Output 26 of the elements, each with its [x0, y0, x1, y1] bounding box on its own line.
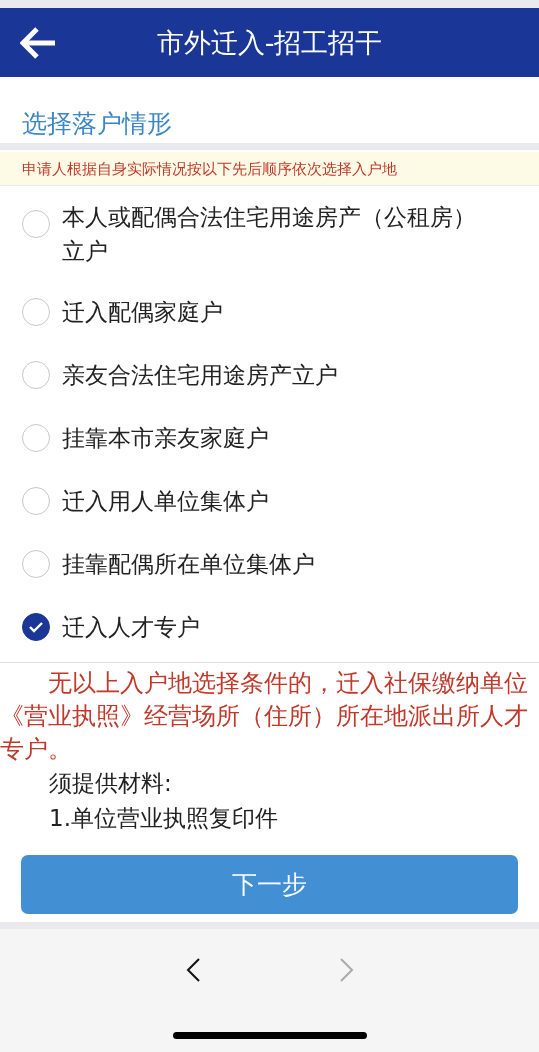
notice-text: 申请人根据自身实际情况按以下先后顺序依次选择入户地	[21, 159, 398, 180]
option-label: 本人或配偶合法住宅用途房产（公租房）立户	[62, 203, 477, 266]
option-label: 迁入配偶家庭户	[62, 297, 223, 327]
option-label: 挂靠配偶所在单位集体户	[62, 549, 315, 579]
option-row[interactable]: 迁入人才专户	[0, 595, 539, 658]
chevron-left-icon	[184, 957, 202, 983]
back-arrow-icon	[20, 25, 58, 60]
page-title: 市外迁入-招工招干	[155, 25, 384, 60]
option-label: 挂靠本市亲友家庭户	[62, 423, 269, 453]
option-row[interactable]: 挂靠本市亲友家庭户	[0, 406, 539, 469]
checkmark-icon	[28, 620, 44, 633]
materials-text: 须提供材料:	[49, 769, 173, 798]
option-row[interactable]: 本人或配偶合法住宅用途房产（公租房）立户	[0, 194, 539, 280]
description-text: 无以上入户地选择条件的，迁入社保缴纳单位《营业执照》经营场所（住所）所在地派出所人才专户。	[0, 668, 529, 765]
option-row[interactable]: 亲友合法住宅用途房产立户	[0, 343, 539, 406]
option-row[interactable]: 迁入配偶家庭户	[0, 280, 539, 343]
section-title: 选择落户情形	[21, 108, 173, 140]
option-row[interactable]: 挂靠配偶所在单位集体户	[0, 532, 539, 595]
option-label: 亲友合法住宅用途房产立户	[62, 360, 338, 390]
option-label: 迁入人才专户	[62, 612, 200, 642]
option-row[interactable]: 迁入用人单位集体户	[0, 469, 539, 532]
back-button[interactable]	[20, 25, 58, 60]
option-label: 迁入用人单位集体户	[62, 486, 269, 516]
materials-text: 1.单位营业执照复印件	[49, 804, 279, 833]
radio-button[interactable]	[22, 612, 50, 641]
chevron-right-icon	[337, 957, 355, 983]
